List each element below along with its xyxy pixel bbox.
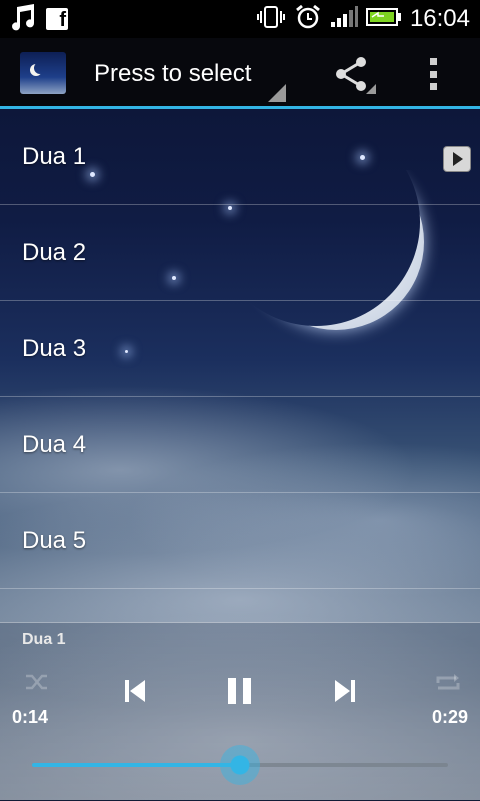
list-item-label: Dua 4 (22, 430, 87, 458)
now-playing-title: Dua 1 (22, 631, 66, 648)
facebook-icon: f (46, 8, 68, 30)
current-time: 0:14 (12, 707, 49, 727)
list-item-label: Dua 3 (22, 334, 87, 362)
list-item-label: Dua 1 (22, 142, 87, 170)
action-bar: Press to select (0, 38, 480, 109)
pause-icon[interactable] (227, 677, 253, 710)
list-item[interactable]: Dua 1 (0, 109, 480, 205)
dua-list: Dua 1 Dua 2 Dua 3 Dua 4 Dua 5 (0, 109, 480, 589)
shuffle-icon[interactable] (24, 671, 50, 698)
share-dropdown-indicator-icon (366, 84, 376, 94)
signal-icon (330, 5, 358, 33)
alarm-icon (294, 4, 322, 35)
app-icon[interactable] (20, 52, 66, 94)
music-note-icon (10, 3, 36, 36)
status-bar: f 16:04 (0, 0, 480, 38)
clock: 16:04 (409, 5, 470, 32)
battery-charging-icon (365, 7, 402, 32)
spinner-label: Press to select (94, 60, 252, 87)
list-item[interactable]: Dua 2 (0, 205, 480, 301)
media-player: Dua 1 0:14 0:29 (0, 622, 480, 801)
list-item-label: Dua 2 (22, 238, 87, 266)
repeat-icon[interactable] (434, 671, 462, 700)
total-time: 0:29 (431, 707, 468, 727)
list-item[interactable]: Dua 3 (0, 301, 480, 397)
now-playing-icon (444, 147, 470, 171)
spinner-indicator-icon (268, 84, 286, 102)
list-item-label: Dua 5 (22, 526, 87, 554)
previous-icon[interactable] (124, 679, 146, 708)
overflow-menu-icon[interactable] (430, 58, 438, 90)
next-icon[interactable] (334, 679, 356, 708)
seek-bar-thumb[interactable] (220, 745, 260, 785)
list-item[interactable]: Dua 4 (0, 397, 480, 493)
vibrate-icon (256, 5, 286, 34)
share-icon[interactable] (334, 56, 368, 97)
list-item[interactable]: Dua 5 (0, 493, 480, 589)
seek-bar-progress (32, 763, 240, 767)
seek-bar[interactable] (32, 745, 448, 785)
